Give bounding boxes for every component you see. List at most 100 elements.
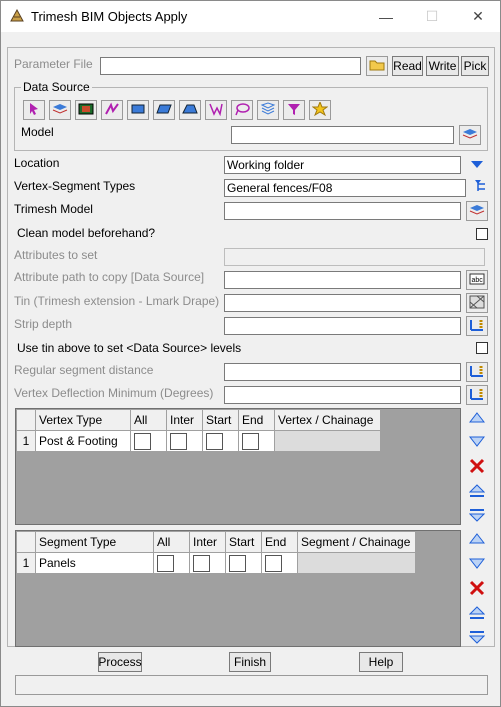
ds-parallelogram-button[interactable] (153, 100, 175, 120)
column-header[interactable]: End (261, 531, 298, 553)
finish-button[interactable]: Finish (229, 652, 271, 672)
segment-insert-below-button[interactable] (466, 628, 488, 648)
column-header[interactable]: Vertex / Chainage (274, 409, 381, 431)
stack-icon (260, 101, 276, 119)
column-header[interactable]: Inter (189, 531, 226, 553)
start-checkbox[interactable] (206, 432, 223, 450)
vertex-insert-below-button[interactable] (466, 506, 488, 526)
maximize-button: ☐ (409, 1, 455, 32)
trimesh-model-input[interactable] (224, 202, 461, 220)
segment-type-grid[interactable]: Segment Type All Inter Start End Segment… (15, 530, 461, 647)
column-header[interactable]: Inter (166, 409, 203, 431)
vertex-insert-above-button[interactable] (466, 482, 488, 502)
vertex-type-cell[interactable]: Post & Footing (35, 430, 131, 452)
segment-insert-above-button[interactable] (466, 604, 488, 624)
segment-move-down-button[interactable] (466, 554, 488, 574)
segment-type-cell[interactable]: Panels (35, 552, 154, 574)
ds-filter-button[interactable] (283, 100, 305, 120)
all-checkbox[interactable] (134, 432, 151, 450)
ds-lasso-button[interactable] (231, 100, 253, 120)
model-input[interactable] (231, 126, 454, 144)
column-header[interactable]: Start (225, 531, 262, 553)
vertex-type-grid[interactable]: Vertex Type All Inter Start End Vertex /… (15, 408, 461, 525)
status-bar (15, 675, 488, 695)
cursor-icon (27, 102, 41, 119)
minimize-icon: — (379, 8, 393, 25)
table-row[interactable]: 1 Post & Footing (16, 430, 381, 452)
ds-favourite-button[interactable] (309, 100, 331, 120)
tin-label: Tin (Trimesh extension - Lmark Drape) (14, 294, 220, 308)
strip-depth-input[interactable] (224, 317, 461, 335)
column-header[interactable]: End (238, 409, 275, 431)
vertex-move-down-button[interactable] (466, 432, 488, 452)
location-dropdown-button[interactable] (466, 155, 488, 175)
vertex-deflection-input[interactable] (224, 386, 461, 404)
close-button[interactable]: ✕ (455, 1, 501, 32)
pick-button[interactable]: Pick (461, 56, 489, 76)
tree-select-button[interactable] (471, 177, 493, 197)
start-checkbox[interactable] (229, 554, 246, 572)
table-header-row: Vertex Type All Inter Start End Vertex /… (16, 409, 381, 431)
column-header[interactable]: Vertex Type (35, 409, 131, 431)
clean-model-checkbox[interactable] (476, 228, 488, 240)
open-folder-button[interactable] (366, 56, 388, 76)
parallelogram-icon (156, 102, 172, 119)
location-input[interactable]: Working folder (224, 156, 461, 174)
segment-chainage-cell (297, 552, 416, 574)
tin-pick-button[interactable] (466, 293, 488, 313)
column-header[interactable]: Start (202, 409, 239, 431)
arrow-up-icon (468, 411, 486, 428)
row-number: 1 (16, 430, 36, 452)
ds-polygon-button[interactable] (179, 100, 201, 120)
strip-depth-measure-button[interactable] (466, 316, 488, 336)
ds-rectangle-button[interactable] (127, 100, 149, 120)
column-header[interactable]: Segment / Chainage (297, 531, 416, 553)
vertex-delete-row-button[interactable] (466, 457, 488, 477)
segment-move-up-button[interactable] (466, 530, 488, 550)
read-button[interactable]: Read (392, 56, 423, 76)
table-row[interactable]: 1 Panels (16, 552, 416, 574)
attributes-input (224, 248, 485, 266)
clean-model-label: Clean model beforehand? (17, 226, 156, 240)
segment-delete-row-button[interactable] (466, 579, 488, 599)
column-header[interactable]: Segment Type (35, 531, 154, 553)
regular-segment-measure-button[interactable] (466, 362, 488, 382)
column-header[interactable]: All (153, 531, 190, 553)
write-button[interactable]: Write (426, 56, 459, 76)
model-pick-button[interactable] (459, 125, 481, 145)
arrow-up-icon (468, 532, 486, 549)
minimize-button[interactable]: — (363, 1, 409, 32)
vertex-segment-types-input[interactable]: General fences/F08 (224, 179, 466, 197)
vertex-deflection-label: Vertex Deflection Minimum (Degrees) (14, 386, 214, 400)
parameter-file-input[interactable] (100, 57, 361, 75)
use-tin-checkbox[interactable] (476, 342, 488, 354)
column-header[interactable]: All (130, 409, 167, 431)
help-button[interactable]: Help (359, 652, 403, 672)
polygon-icon (182, 102, 198, 119)
inter-checkbox[interactable] (170, 432, 187, 450)
end-checkbox[interactable] (242, 432, 259, 450)
attribute-path-input[interactable] (224, 271, 461, 289)
layers-icon (469, 203, 485, 220)
ds-fence-button[interactable] (205, 100, 227, 120)
filter-icon (286, 102, 302, 119)
tin-icon (469, 295, 485, 312)
vertex-move-up-button[interactable] (466, 409, 488, 429)
ds-pick-button[interactable] (23, 100, 45, 120)
end-checkbox[interactable] (265, 554, 282, 572)
process-button[interactable]: Process (98, 652, 142, 672)
inter-checkbox[interactable] (193, 554, 210, 572)
header-corner (16, 531, 36, 553)
svg-text:abc: abc (472, 277, 484, 284)
trimesh-model-pick-button[interactable] (466, 201, 488, 221)
regular-segment-input[interactable] (224, 363, 461, 381)
ds-model-button[interactable] (49, 100, 71, 120)
insert-above-icon (468, 605, 486, 623)
attribute-picker-button[interactable]: abc (466, 270, 488, 290)
all-checkbox[interactable] (157, 554, 174, 572)
tin-input[interactable] (224, 294, 461, 312)
ds-string-button[interactable] (101, 100, 123, 120)
ds-view-button[interactable] (75, 100, 97, 120)
vertex-deflection-measure-button[interactable] (466, 385, 488, 405)
ds-stack-button[interactable] (257, 100, 279, 120)
